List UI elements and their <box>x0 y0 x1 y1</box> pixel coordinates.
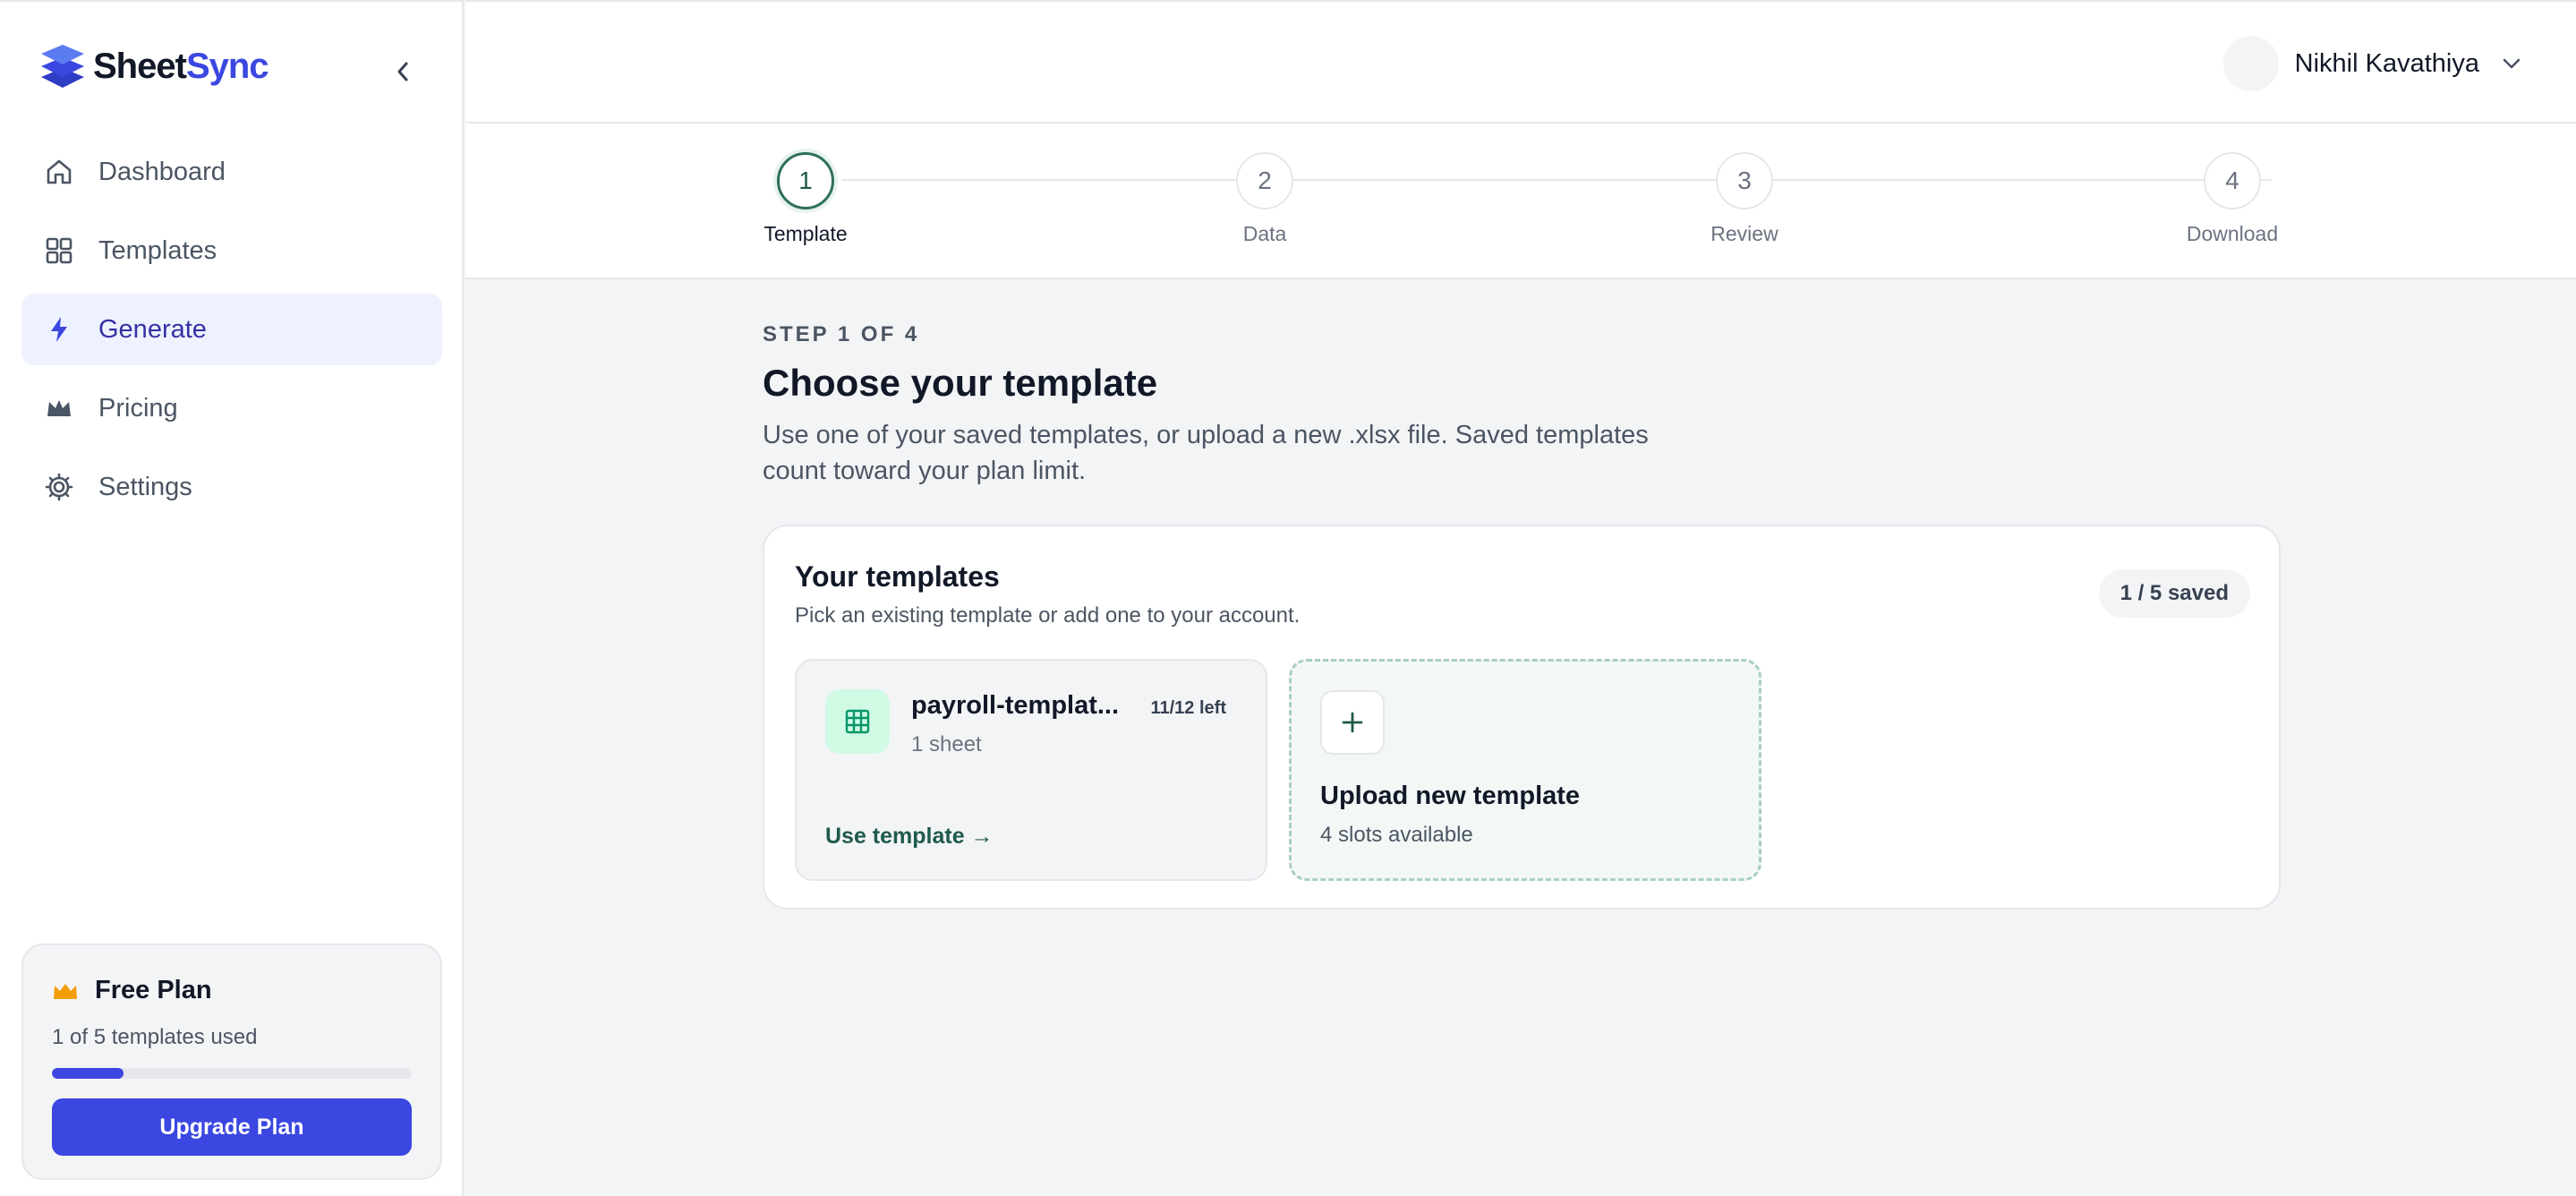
step-number: 4 <box>2204 152 2261 209</box>
sidebar-item-settings[interactable]: Settings <box>21 451 442 523</box>
grid-icon <box>43 235 75 267</box>
step-label: Data <box>1242 222 1287 245</box>
plan-usage-text: 1 of 5 templates used <box>52 1025 258 1049</box>
stepper: 1 Template 2 Data 3 Review 4 Download <box>465 124 2576 279</box>
page-description: Use one of your saved templates, or uplo… <box>763 421 1649 485</box>
main-content: STEP 1 OF 4 Choose your template Use one… <box>763 322 2281 489</box>
top-bar: Nikhil Kavathiya <box>465 0 2576 124</box>
user-name: Nikhil Kavathiya <box>2294 48 2479 78</box>
step-label: Review <box>1710 222 1778 245</box>
step-number: 2 <box>1236 152 1293 209</box>
upgrade-plan-button[interactable]: Upgrade Plan <box>52 1098 412 1156</box>
sidebar-item-label: Dashboard <box>98 157 226 186</box>
step-eyebrow: STEP 1 OF 4 <box>763 322 920 346</box>
step-review[interactable]: 3 Review <box>1673 152 1816 246</box>
sidebar-item-label: Settings <box>98 472 192 501</box>
upload-template-card[interactable]: Upload new template 4 slots available <box>1289 659 1761 881</box>
panel-subtitle: Pick an existing template or add one to … <box>795 603 1301 628</box>
sidebar-nav: Dashboard Templates Generate Pricing Set… <box>21 136 442 530</box>
collapse-sidebar-button[interactable] <box>383 56 422 88</box>
spreadsheet-icon <box>825 689 890 754</box>
logo[interactable]: SheetSync <box>39 41 269 91</box>
template-card[interactable]: payroll-templat... 11/12 left 1 sheet Us… <box>795 659 1267 881</box>
gear-icon <box>43 471 75 503</box>
brand-name-part2: Sync <box>185 46 269 86</box>
upload-subtitle: 4 slots available <box>1320 823 1473 847</box>
crown-icon <box>43 392 75 424</box>
avatar <box>2222 36 2279 91</box>
stepper-track <box>841 179 2272 181</box>
use-template-link[interactable]: Use template → <box>825 824 994 850</box>
app-root: SheetSync Dashboard Templates Generate P… <box>0 0 2576 1196</box>
plan-usage-fill <box>52 1068 124 1079</box>
step-number: 3 <box>1716 152 1773 209</box>
plus-icon <box>1320 690 1385 755</box>
step-data[interactable]: 2 Data <box>1193 152 1336 246</box>
home-icon <box>43 156 75 188</box>
logo-icon <box>41 45 84 88</box>
templates-panel: Your templates Pick an existing template… <box>763 525 2281 910</box>
template-sheet-count: 1 sheet <box>911 732 982 756</box>
chevron-down-icon <box>2503 58 2521 69</box>
sidebar-item-label: Pricing <box>98 393 178 423</box>
template-name: payroll-templat... <box>911 691 1120 720</box>
brand-name: SheetSync <box>93 47 269 87</box>
step-label: Template <box>763 222 848 245</box>
template-remaining: 11/12 left <box>1150 698 1226 718</box>
sidebar-item-pricing[interactable]: Pricing <box>21 372 442 444</box>
sidebar-item-generate[interactable]: Generate <box>21 294 442 365</box>
page-title: Choose your template <box>763 362 1158 404</box>
brand-name-part1: Sheet <box>93 46 187 86</box>
crown-icon <box>54 983 77 999</box>
sidebar-item-label: Templates <box>98 235 218 265</box>
sidebar-item-templates[interactable]: Templates <box>21 215 442 286</box>
plan-title: Free Plan <box>52 976 412 1005</box>
plan-card: Free Plan 1 of 5 templates used Upgrade … <box>21 944 442 1180</box>
chevron-left-icon <box>397 62 408 81</box>
step-download[interactable]: 4 Download <box>2161 152 2304 246</box>
step-template[interactable]: 1 Template <box>734 152 877 246</box>
step-number: 1 <box>777 152 834 209</box>
bolt-icon <box>43 313 75 346</box>
sidebar: SheetSync Dashboard Templates Generate P… <box>0 0 464 1196</box>
step-label: Download <box>2186 222 2279 245</box>
sidebar-item-label: Generate <box>98 314 207 344</box>
sidebar-item-dashboard[interactable]: Dashboard <box>21 136 442 208</box>
user-menu[interactable]: Nikhil Kavathiya <box>2222 36 2522 91</box>
upload-title: Upload new template <box>1320 782 1581 810</box>
plan-usage-bar <box>52 1068 412 1079</box>
saved-count-badge: 1 / 5 saved <box>2098 569 2250 618</box>
panel-title: Your templates <box>795 560 1000 593</box>
plan-name: Free Plan <box>95 976 212 1004</box>
